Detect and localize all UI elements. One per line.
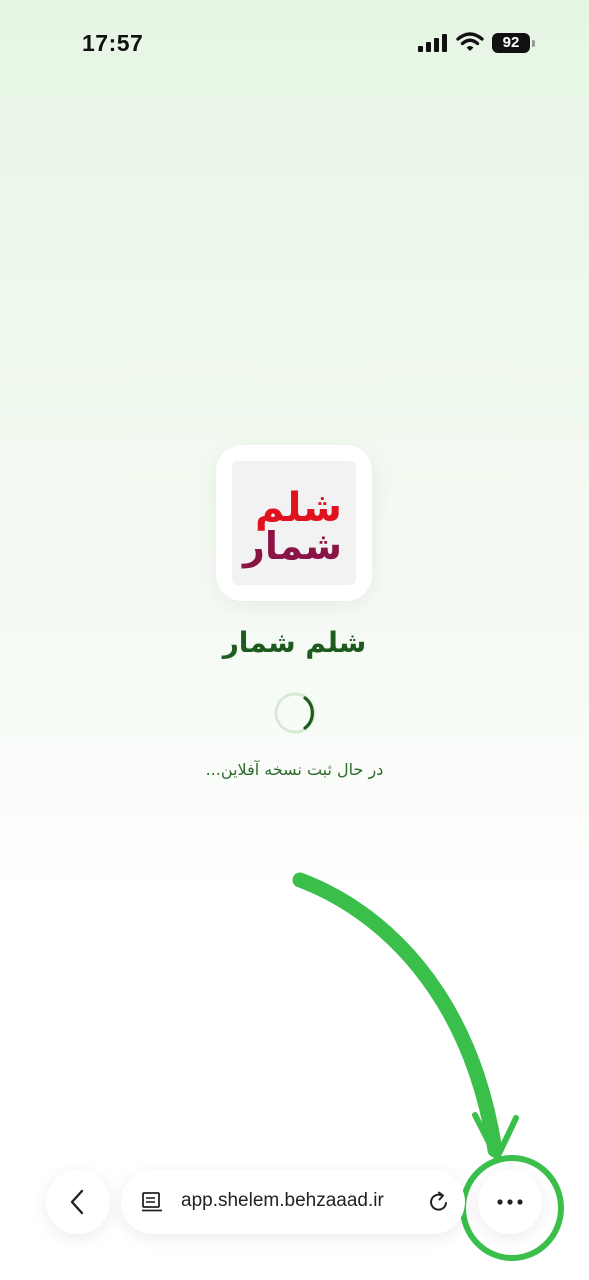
page-icon[interactable] [141, 1191, 163, 1213]
url-text[interactable]: app.shelem.behzaaad.ir [181, 1190, 384, 1212]
status-time: 17:57 [82, 30, 144, 56]
app-icon: شلم شمار [216, 445, 372, 601]
wifi-icon [456, 32, 484, 51]
address-bar[interactable]: app.shelem.behzaaad.ir [121, 1170, 465, 1234]
back-button[interactable] [46, 1170, 110, 1234]
reload-icon[interactable] [427, 1190, 451, 1214]
loading-status-text: در حال ثبت نسخه آفلاین... [205, 760, 384, 779]
svg-text:شمار: شمار [241, 524, 342, 568]
app-logo: شلم شمار [232, 461, 356, 585]
loading-spinner [274, 692, 316, 734]
back-icon [70, 1189, 84, 1215]
more-icon [497, 1199, 523, 1205]
battery-icon: 92 [492, 33, 538, 54]
signal-icon [418, 34, 447, 52]
battery-level: 92 [492, 33, 530, 53]
logo-graphic: شلم شمار [241, 485, 342, 568]
more-options-button[interactable] [478, 1170, 542, 1234]
status-bar: 17:57 92 [0, 0, 589, 90]
app-name: شلم شمار [222, 626, 367, 659]
